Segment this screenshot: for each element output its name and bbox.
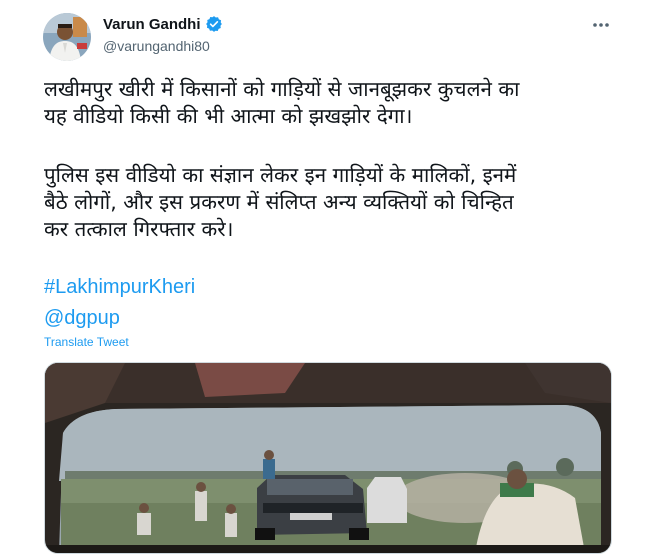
tweet-video-thumbnail[interactable] [44, 362, 612, 554]
tweet-text-line: पुलिस इस वीडियो का संज्ञान लेकर इन गाड़ि… [44, 163, 517, 187]
tweet-card: Varun Gandhi @varungandhi80 लखीमपुर खीरी… [0, 0, 650, 554]
tweet-text-line: यह वीडियो किसी की भी आत्मा को झखझोर देगा… [44, 104, 413, 128]
hashtag-link[interactable]: #LakhimpurKheri [44, 276, 195, 299]
tweet-paragraph-1: लखीमपुर खीरी में किसानों को गाड़ियों से … [44, 76, 634, 130]
author-handle[interactable]: @varungandhi80 [103, 38, 210, 54]
avatar[interactable] [43, 13, 91, 61]
translate-tweet-link[interactable]: Translate Tweet [44, 335, 129, 349]
author-display-name[interactable]: Varun Gandhi [103, 16, 201, 33]
tweet-text-line: कर तत्काल गिरफ्तार करे। [44, 217, 234, 241]
verified-badge-icon [205, 15, 223, 33]
tweet-paragraph-2: पुलिस इस वीडियो का संज्ञान लेकर इन गाड़ि… [44, 162, 634, 243]
mention-link[interactable]: @dgpup [44, 307, 120, 330]
tweet-text-line: लखीमपुर खीरी में किसानों को गाड़ियों से … [44, 77, 520, 101]
author-name-row: Varun Gandhi [103, 15, 223, 33]
tweet-text-line: बैठे लोगों, और इस प्रकरण में संलिप्त अन्… [44, 190, 514, 214]
more-options-icon[interactable] [590, 14, 612, 36]
